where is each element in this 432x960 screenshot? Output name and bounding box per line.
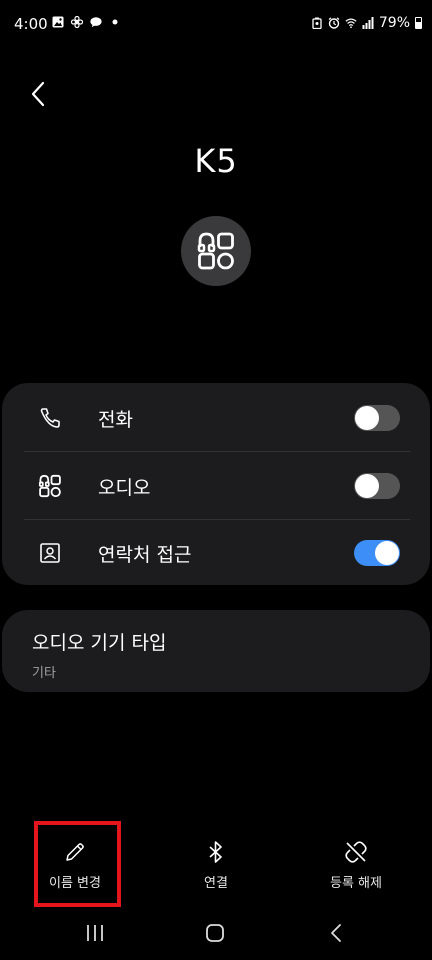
audio-device-icon — [38, 474, 62, 498]
highlight-box — [34, 821, 121, 907]
back-icon — [331, 924, 341, 942]
bluetooth-icon — [204, 840, 228, 864]
connect-label: 연결 — [204, 876, 228, 891]
home-icon — [206, 924, 224, 942]
battery-icon — [415, 17, 422, 29]
unregister-label: 등록 해제 — [330, 876, 382, 891]
audio-device-type-card[interactable]: 오디오 기기 타입 기타 — [2, 610, 430, 692]
dot-icon — [109, 16, 121, 28]
toggle-knob — [355, 406, 379, 430]
permission-row-phone[interactable]: 전화 — [2, 384, 430, 452]
contacts-toggle[interactable] — [354, 540, 400, 566]
permission-row-audio[interactable]: 오디오 — [2, 452, 430, 520]
signal-icon — [362, 17, 374, 29]
home-button[interactable] — [195, 918, 235, 948]
permission-row-contacts[interactable]: 연락처 접근 — [2, 519, 430, 587]
unregister-button[interactable]: 등록 해제 — [306, 840, 406, 902]
gallery-icon — [52, 16, 64, 28]
permission-label: 전화 — [98, 408, 133, 431]
audio-device-type-title: 오디오 기기 타입 — [32, 632, 167, 654]
status-bar: 4:00 79% — [0, 0, 432, 48]
toggle-knob — [355, 474, 379, 498]
recents-icon — [87, 925, 103, 941]
battery-percent: 79% — [378, 15, 410, 31]
system-status-icons: 79% — [311, 15, 422, 31]
back-button[interactable] — [22, 78, 54, 110]
unlink-icon — [344, 840, 368, 864]
permission-label: 연락처 접근 — [98, 543, 192, 566]
toggle-knob — [375, 541, 399, 565]
phone-toggle[interactable] — [354, 405, 400, 431]
chevron-left-icon — [31, 81, 45, 107]
alarm-icon — [328, 17, 340, 29]
phone-icon — [38, 406, 62, 430]
device-avatar — [181, 216, 251, 286]
connect-button[interactable]: 연결 — [166, 840, 266, 902]
nav-back-button[interactable] — [316, 918, 356, 948]
navigation-bar — [0, 910, 432, 960]
status-time: 4:00 — [14, 15, 48, 33]
pinwheel-icon — [71, 16, 83, 28]
lock-battery-icon — [311, 17, 323, 29]
contact-card-icon — [38, 541, 62, 565]
audio-toggle[interactable] — [354, 473, 400, 499]
device-name: K5 — [194, 142, 238, 180]
chat-bubble-icon — [90, 16, 102, 28]
audio-device-icon — [197, 232, 234, 270]
audio-device-type-value: 기타 — [32, 666, 56, 681]
recents-button[interactable] — [75, 918, 115, 948]
wifi-icon — [345, 17, 357, 29]
permission-label: 오디오 — [98, 476, 151, 499]
permissions-card: 전화 오디오 연락처 접근 — [2, 383, 430, 585]
notification-icons — [52, 16, 121, 28]
